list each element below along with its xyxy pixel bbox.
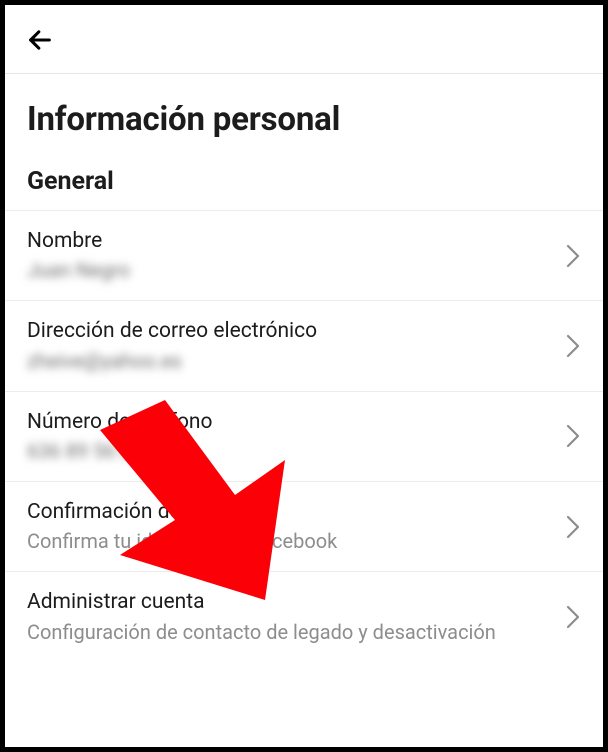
row-value: Configuración de contacto de legado y de… xyxy=(27,619,551,646)
identity-row[interactable]: Confirmación de identidad Confirma tu id… xyxy=(5,482,603,572)
row-value: Juan Negro xyxy=(27,257,551,284)
settings-list: Nombre Juan Negro Dirección de correo el… xyxy=(5,210,603,662)
section-title-general: General xyxy=(5,167,603,210)
row-text: Confirmación de identidad Confirma tu id… xyxy=(27,498,551,555)
row-text: Número de teléfono 636 89 56 00 xyxy=(27,408,551,465)
chevron-right-icon xyxy=(565,423,581,449)
row-value: Confirma tu identidad en Facebook xyxy=(27,528,551,555)
name-row[interactable]: Nombre Juan Negro xyxy=(5,210,603,301)
manage-account-row[interactable]: Administrar cuenta Configuración de cont… xyxy=(5,572,603,661)
back-button[interactable] xyxy=(23,23,57,57)
row-value: 636 89 56 00 xyxy=(27,438,551,465)
chevron-right-icon xyxy=(565,514,581,540)
row-label: Administrar cuenta xyxy=(27,588,551,616)
chevron-right-icon xyxy=(565,604,581,630)
phone-row[interactable]: Número de teléfono 636 89 56 00 xyxy=(5,392,603,482)
chevron-right-icon xyxy=(565,333,581,359)
row-text: Nombre Juan Negro xyxy=(27,227,551,284)
page-title: Información personal xyxy=(5,74,603,167)
row-text: Administrar cuenta Configuración de cont… xyxy=(27,588,551,645)
chevron-right-icon xyxy=(565,243,581,269)
row-label: Confirmación de identidad xyxy=(27,498,551,526)
row-label: Número de teléfono xyxy=(27,408,551,436)
header-bar xyxy=(5,5,603,67)
arrow-left-icon xyxy=(26,26,54,54)
row-label: Nombre xyxy=(27,227,551,255)
row-value: zheive@yahoo.es xyxy=(27,348,551,375)
row-label: Dirección de correo electrónico xyxy=(27,317,551,345)
email-row[interactable]: Dirección de correo electrónico zheive@y… xyxy=(5,301,603,391)
row-text: Dirección de correo electrónico zheive@y… xyxy=(27,317,551,374)
